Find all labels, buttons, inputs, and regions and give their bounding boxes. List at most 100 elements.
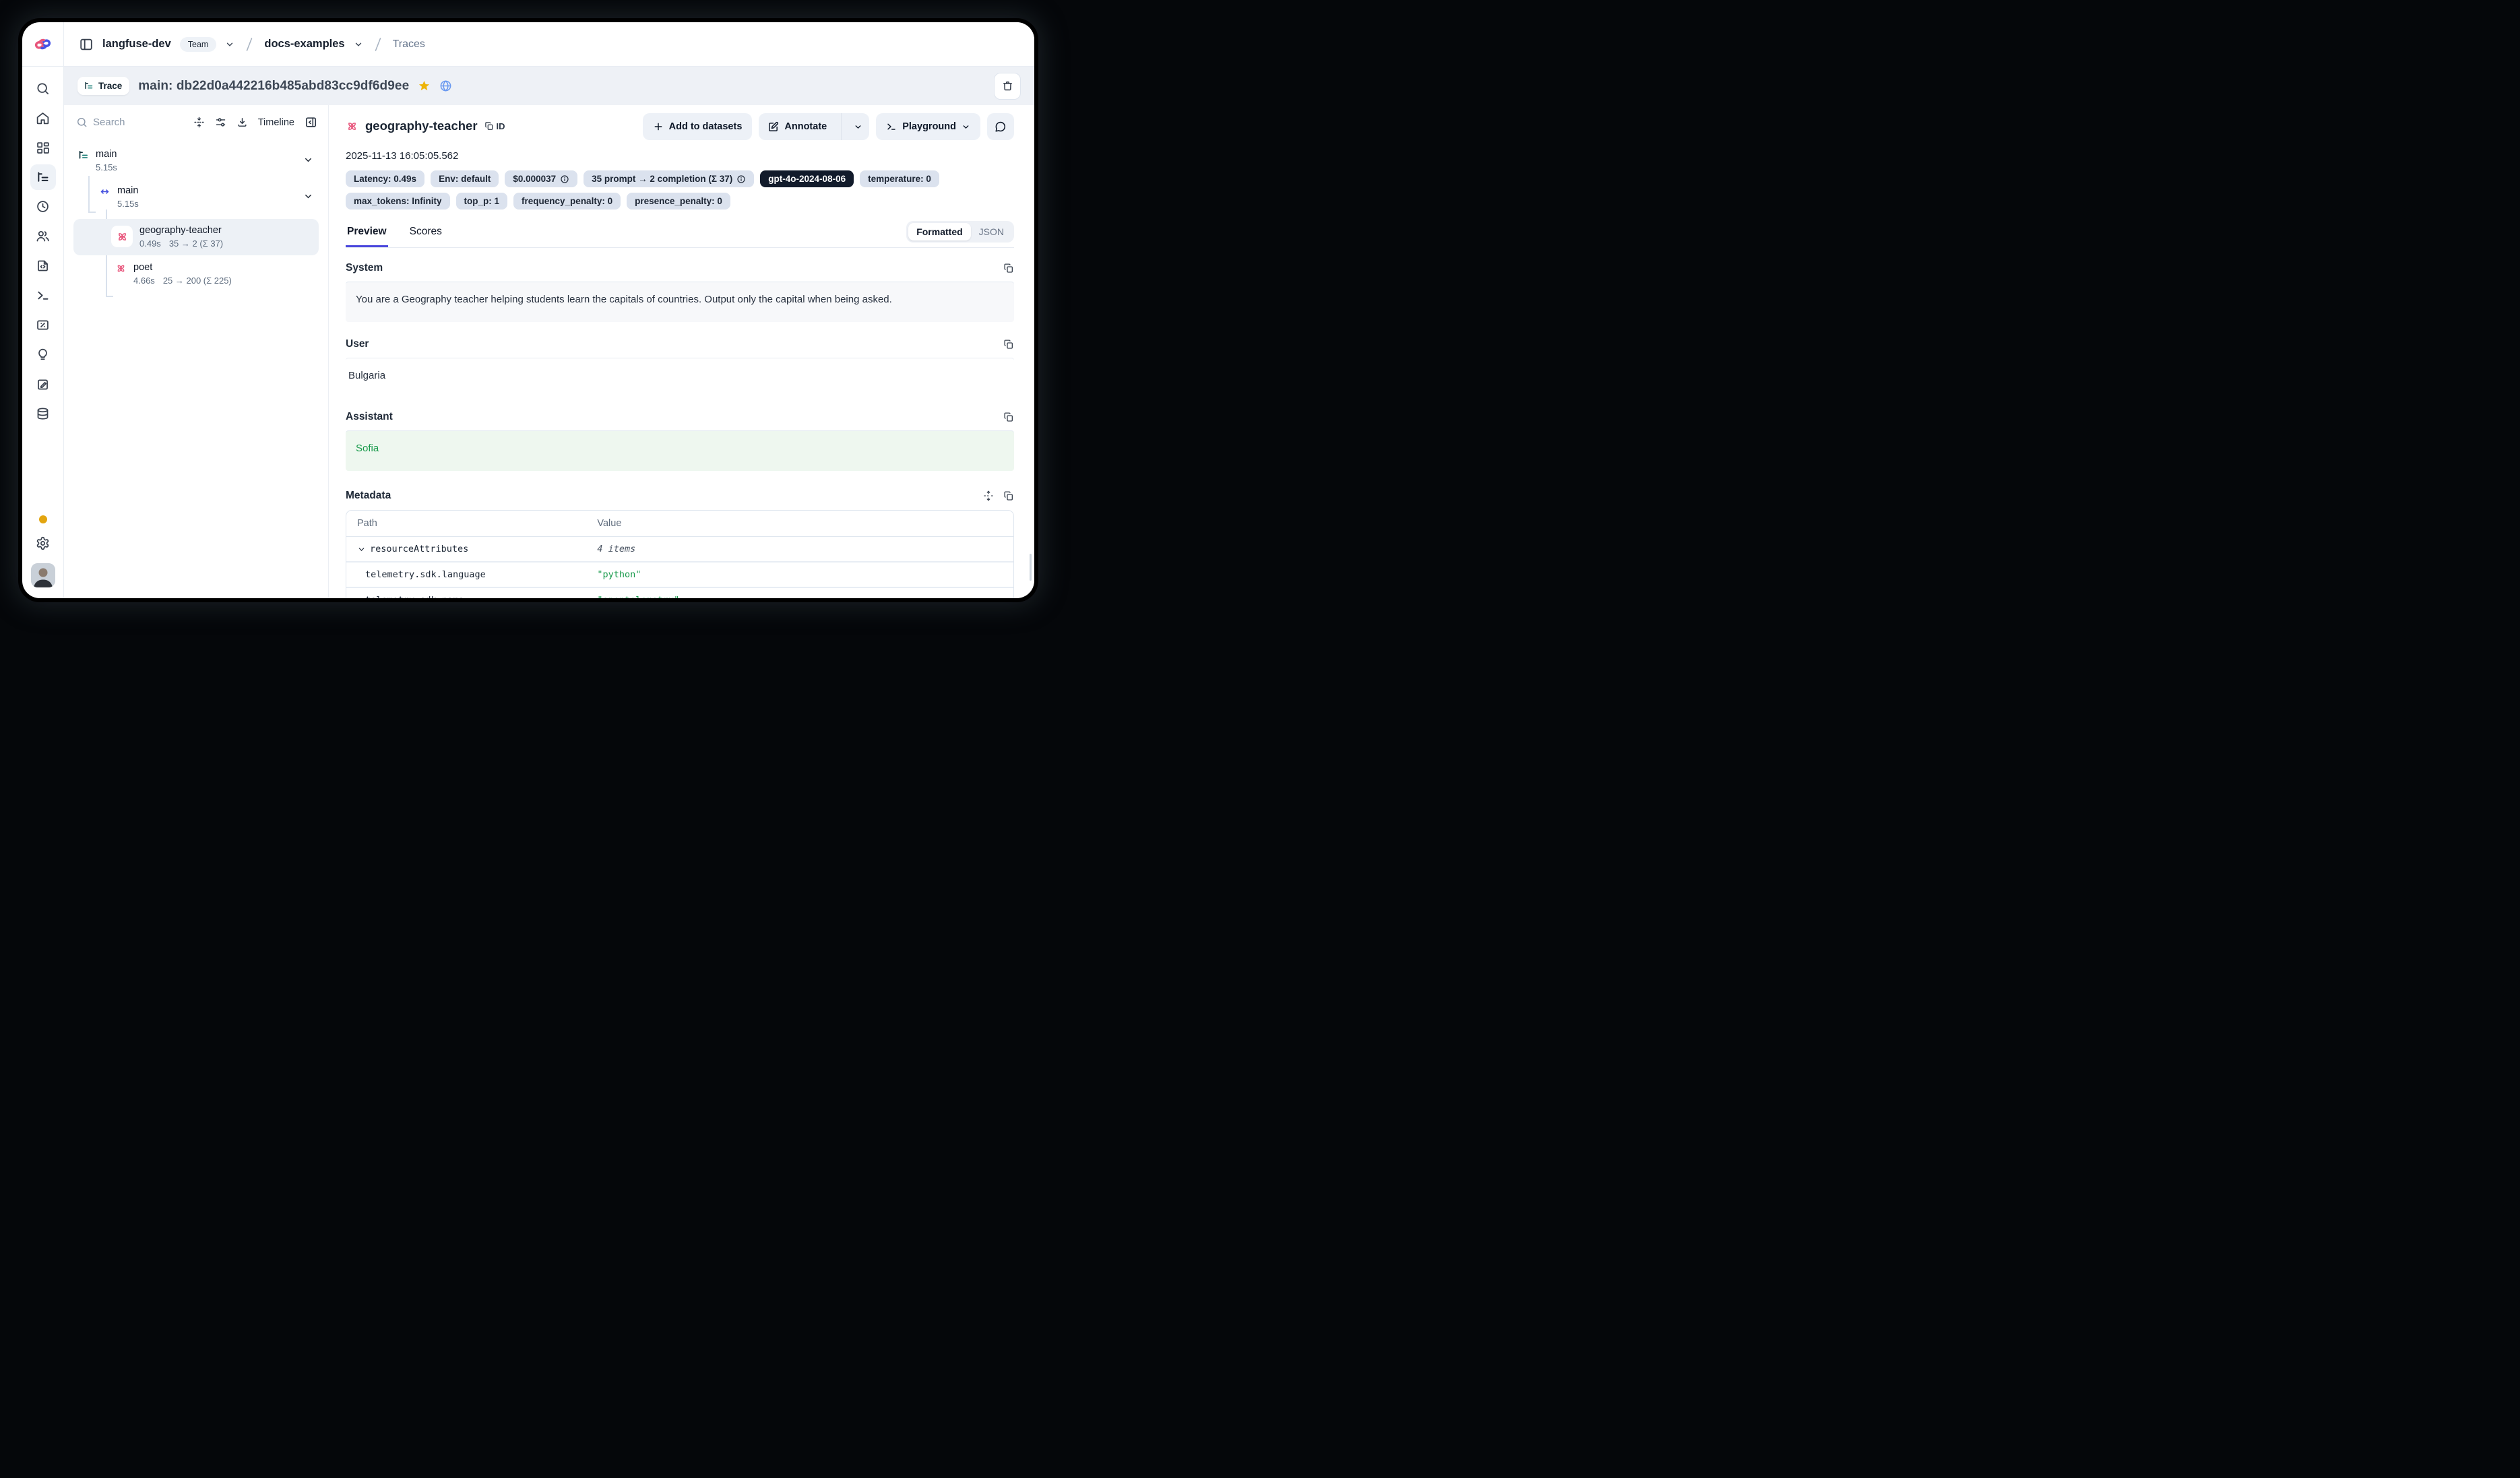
- info-icon: [736, 174, 746, 184]
- tree-node-trace-main[interactable]: main 5.15s: [73, 145, 319, 177]
- breadcrumb-org[interactable]: langfuse-dev: [102, 38, 171, 51]
- metadata-row-resourceAttributes[interactable]: resourceAttributes 4 items: [346, 537, 1013, 563]
- evals-percent-icon[interactable]: [36, 318, 50, 332]
- tab-scores[interactable]: Scores: [408, 223, 443, 246]
- breadcrumb-section[interactable]: Traces: [393, 38, 425, 51]
- timeline-toggle[interactable]: Timeline: [258, 117, 294, 128]
- bookmark-star-icon[interactable]: [418, 79, 431, 92]
- message-content: You are a Geography teacher helping stud…: [346, 282, 1014, 322]
- copy-id-button[interactable]: ID: [484, 121, 505, 131]
- trace-tree-icon: [84, 81, 94, 91]
- trace-title: main: db22d0a442216b485abd83cc9df6d9ee: [138, 79, 409, 94]
- tree-search-input[interactable]: [93, 117, 154, 128]
- node-tokens: 35 → 2 (Σ 37): [169, 237, 223, 250]
- tree-node-span-main[interactable]: main 5.15s: [73, 181, 319, 214]
- frequency-penalty-badge: frequency_penalty: 0: [513, 193, 621, 210]
- tree-node-generation-poet[interactable]: poet 4.66s25 → 200 (Σ 225): [73, 258, 319, 290]
- settings-gear-icon[interactable]: [36, 536, 50, 550]
- expand-rows-icon[interactable]: [983, 490, 994, 501]
- observation-detail-panel: geography-teacher ID Add to datasets: [328, 105, 1034, 598]
- breadcrumb-divider: [243, 37, 255, 52]
- node-duration: 4.66s: [133, 274, 155, 287]
- add-to-datasets-button[interactable]: Add to datasets: [643, 113, 753, 140]
- info-icon: [560, 174, 569, 184]
- annotate-dropdown[interactable]: [847, 113, 869, 140]
- metadata-row-sdk-language[interactable]: telemetry.sdk.language "python": [346, 563, 1013, 588]
- trace-type-pill: Trace: [77, 77, 129, 95]
- trace-tree: main 5.15s main 5.15s: [73, 145, 319, 290]
- copy-icon[interactable]: [1003, 339, 1014, 350]
- tracing-icon-active[interactable]: [30, 164, 56, 190]
- user-avatar[interactable]: [31, 563, 55, 587]
- dashboard-icon[interactable]: [36, 141, 50, 155]
- chevron-down-icon[interactable]: [225, 40, 234, 49]
- annotate-button[interactable]: Annotate: [759, 113, 869, 140]
- chevron-down-icon[interactable]: [303, 155, 313, 165]
- detail-tabs-row: Preview Scores Formatted JSON: [346, 221, 1014, 248]
- tree-node-generation-geography-teacher[interactable]: geography-teacher 0.49s35 → 2 (Σ 37): [73, 219, 319, 255]
- annotation-clipboard-icon[interactable]: [36, 377, 50, 391]
- message-section-system: System You are a Geography teacher helpi…: [346, 262, 1014, 322]
- chevron-down-icon[interactable]: [354, 40, 363, 49]
- sidebar-toggle-icon[interactable]: [79, 37, 94, 52]
- view-formatted[interactable]: Formatted: [908, 223, 970, 240]
- terminal-icon: [886, 121, 897, 132]
- scrollbar-thumb[interactable]: [1030, 554, 1032, 581]
- tab-preview[interactable]: Preview: [346, 223, 388, 247]
- generation-icon-chip: [111, 226, 133, 247]
- view-json[interactable]: JSON: [971, 223, 1012, 240]
- role-label: Assistant: [346, 411, 393, 423]
- download-icon[interactable]: [237, 117, 248, 128]
- column-value: Value: [586, 511, 1013, 536]
- public-globe-icon[interactable]: [439, 79, 452, 92]
- generation-icon: [116, 230, 129, 243]
- users-icon[interactable]: [36, 229, 50, 243]
- langfuse-logo[interactable]: [22, 22, 63, 67]
- node-duration: 5.15s: [96, 161, 117, 174]
- chevron-down-icon[interactable]: [357, 545, 366, 554]
- home-icon[interactable]: [36, 111, 50, 125]
- collapse-panel-icon[interactable]: [305, 116, 317, 129]
- cost-badge[interactable]: $0.000037: [505, 170, 577, 187]
- lightbulb-icon[interactable]: [36, 348, 50, 362]
- copy-icon[interactable]: [1003, 490, 1014, 501]
- metadata-header-row: Path Value: [346, 511, 1013, 537]
- playground-terminal-icon[interactable]: [36, 288, 50, 302]
- env-badge: Env: default: [431, 170, 499, 187]
- chevron-down-icon[interactable]: [303, 191, 313, 201]
- breadcrumb: langfuse-dev Team docs-examples Traces: [64, 22, 1034, 67]
- node-duration: 5.15s: [117, 197, 139, 210]
- collapse-all-icon[interactable]: [193, 117, 205, 128]
- delete-trace-button[interactable]: [994, 73, 1021, 100]
- trash-icon: [1002, 80, 1013, 92]
- search-icon[interactable]: [36, 82, 50, 96]
- metadata-title: Metadata: [346, 490, 391, 502]
- datasets-database-icon[interactable]: [36, 407, 50, 421]
- observation-tree-panel: Timeline main 5.15s: [64, 105, 328, 598]
- breadcrumb-project[interactable]: docs-examples: [264, 38, 344, 51]
- prompts-file-icon[interactable]: [36, 259, 50, 273]
- copy-icon[interactable]: [1003, 263, 1014, 274]
- temperature-badge: temperature: 0: [860, 170, 939, 187]
- message-section-assistant: Assistant Sofia: [346, 411, 1014, 471]
- sessions-clock-icon[interactable]: [36, 199, 50, 214]
- plus-icon: [653, 121, 664, 132]
- tree-search[interactable]: [76, 117, 183, 128]
- metadata-row-sdk-name[interactable]: telemetry.sdk.name "opentelemetry": [346, 588, 1013, 598]
- status-dot: [39, 515, 47, 523]
- nav-rail: [22, 22, 64, 598]
- playground-button[interactable]: Playground: [876, 113, 980, 140]
- display-settings-icon[interactable]: [215, 117, 226, 128]
- role-label: System: [346, 262, 383, 274]
- chevron-down-icon: [854, 123, 862, 131]
- comments-button[interactable]: [987, 113, 1014, 140]
- model-badge[interactable]: gpt-4o-2024-08-06: [760, 170, 854, 187]
- max-tokens-badge: max_tokens: Infinity: [346, 193, 450, 210]
- message-section-user: User Bulgaria: [346, 338, 1014, 404]
- org-type-badge: Team: [180, 37, 217, 52]
- copy-icon[interactable]: [1003, 412, 1014, 422]
- badges-row-2: max_tokens: Infinity top_p: 1 frequency_…: [346, 193, 1014, 210]
- message-content: Sofia: [346, 430, 1014, 471]
- search-icon: [76, 117, 88, 128]
- tokens-badge[interactable]: 35 prompt → 2 completion (Σ 37): [584, 170, 754, 187]
